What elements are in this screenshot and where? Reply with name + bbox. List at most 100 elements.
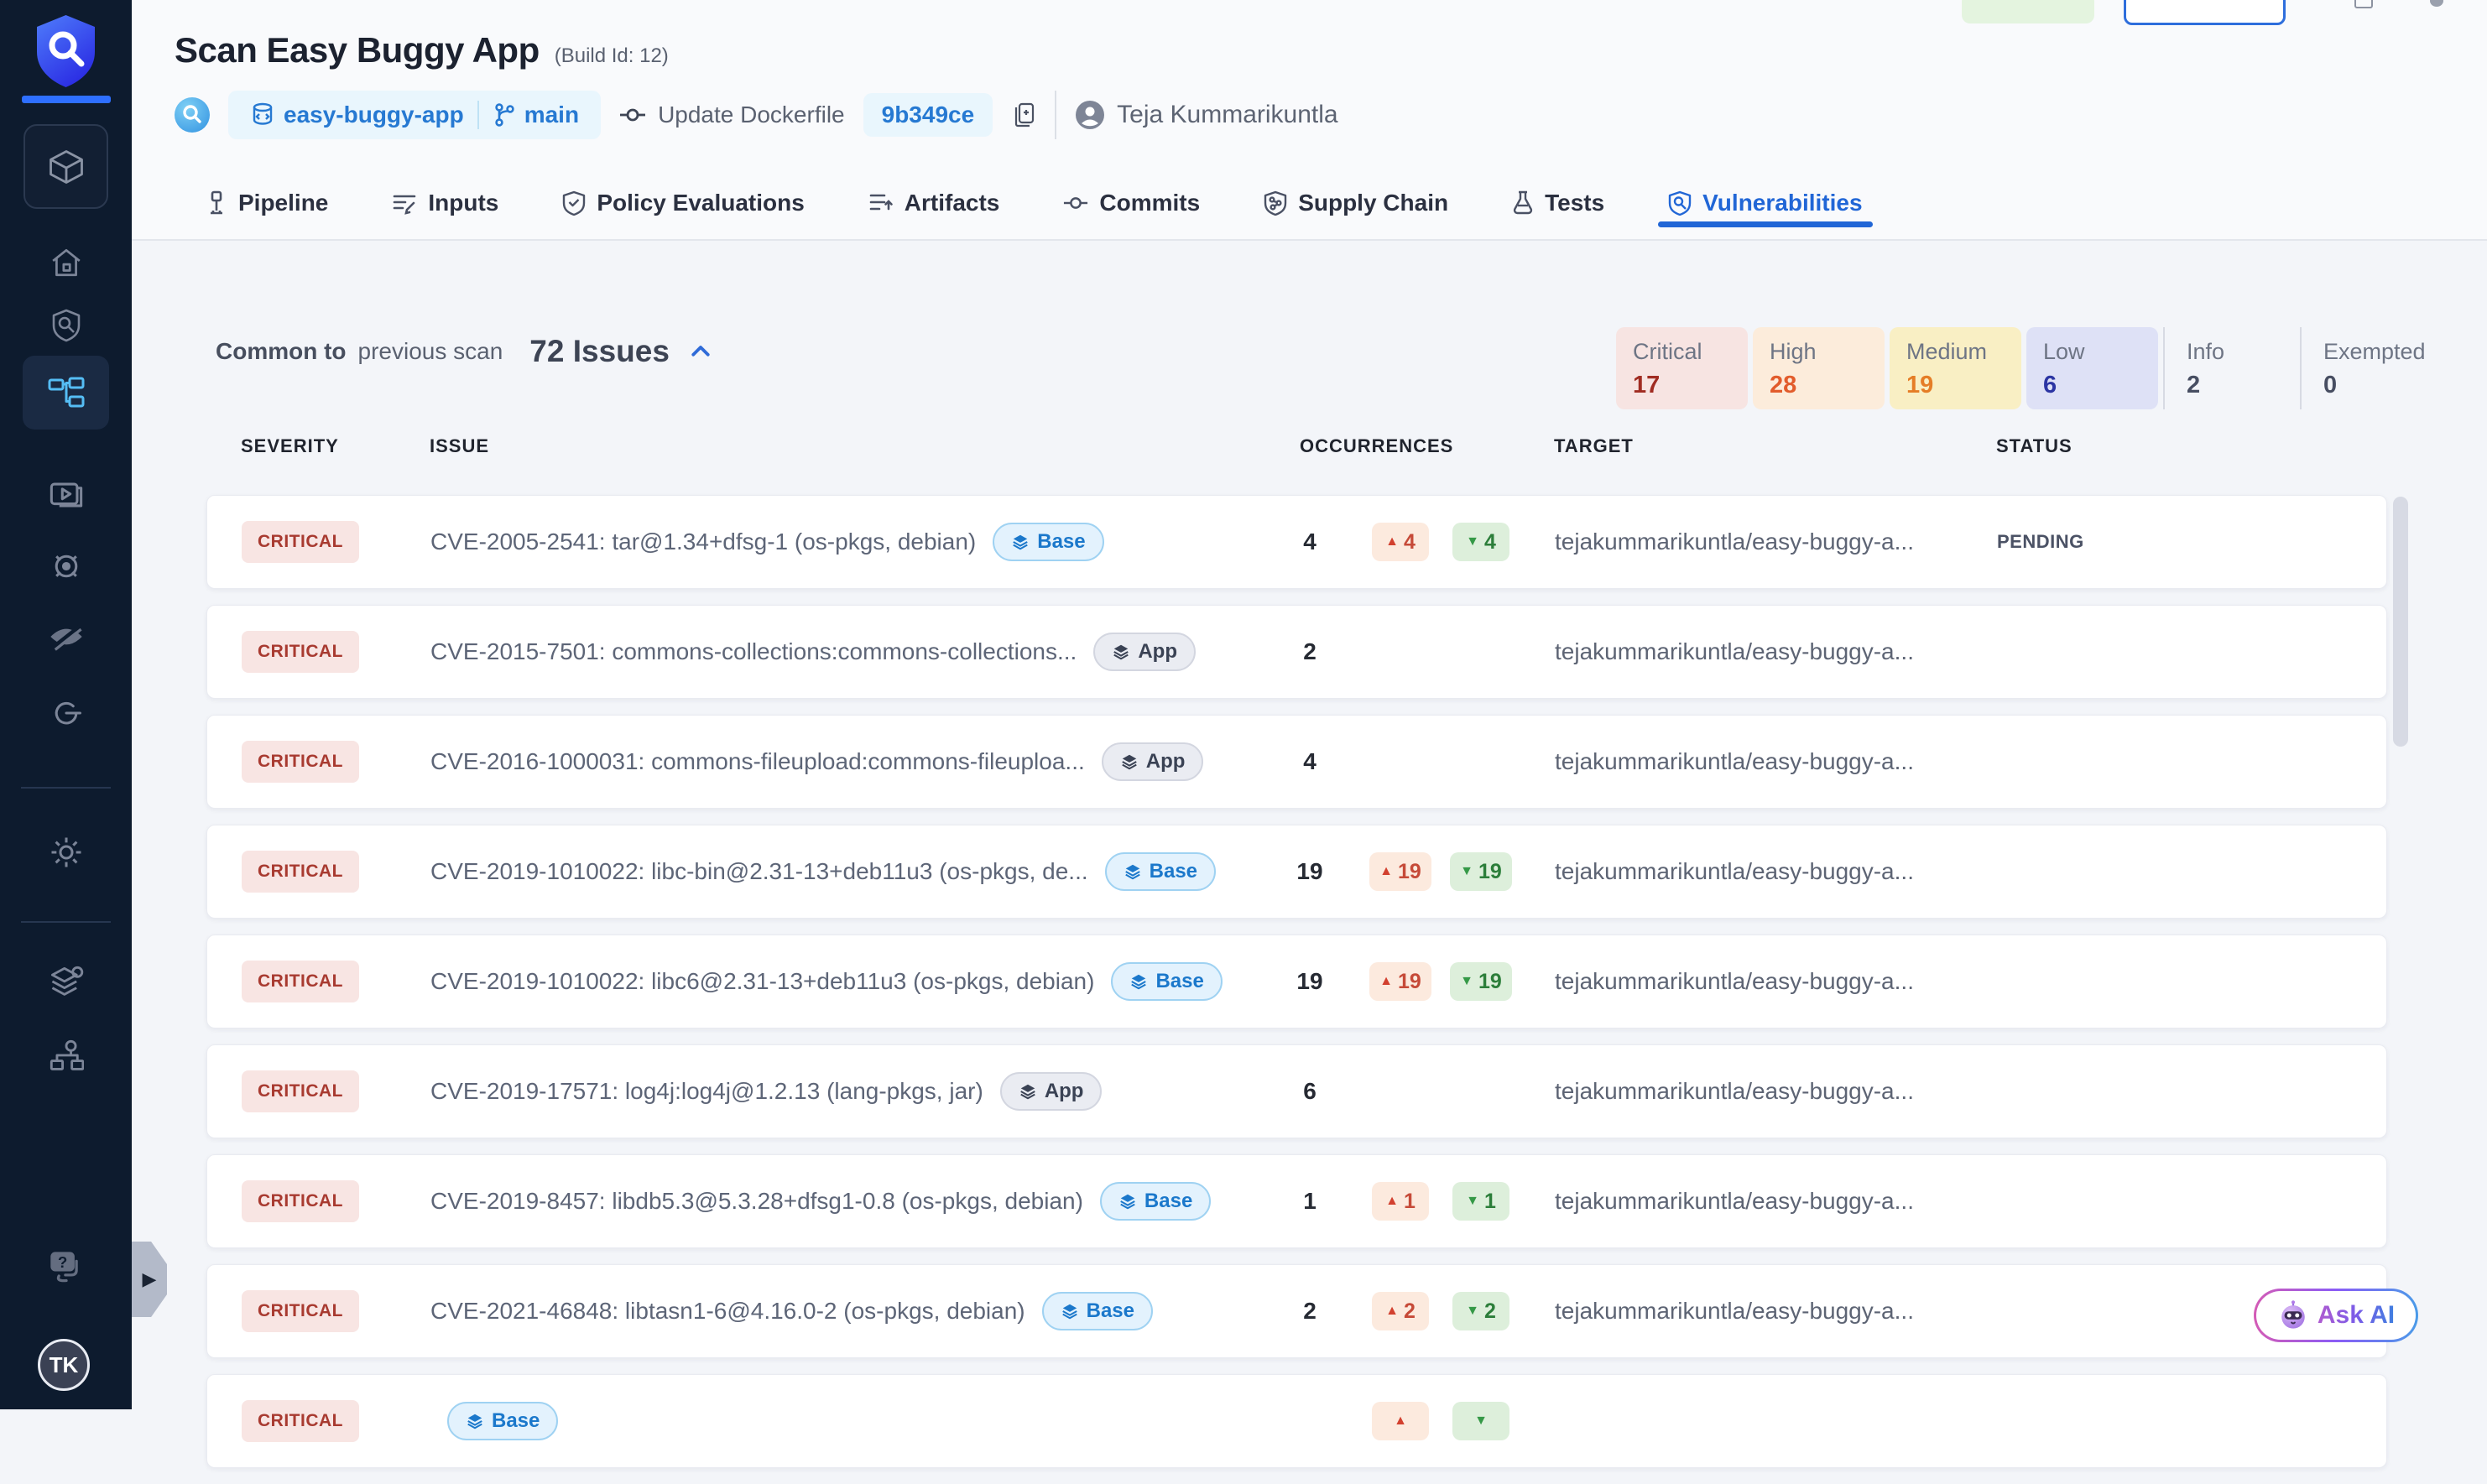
build-id-label: (Build Id: 12): [555, 44, 669, 68]
fixed-occurrences-badge: 4: [1452, 523, 1509, 561]
app-logo-shield-scan-icon[interactable]: [33, 13, 99, 93]
table-row[interactable]: CRITICAL CVE-2019-1010022: libc6@2.31-13…: [206, 935, 2387, 1028]
repo-link[interactable]: easy-buggy-app: [250, 102, 464, 128]
tab-inputs[interactable]: Inputs: [382, 166, 508, 239]
repository-icon: [250, 102, 275, 128]
issue-title[interactable]: CVE-2019-1010022: libc6@2.31-13+deb11u3 …: [430, 968, 1094, 995]
sidebar-item-delegates-network[interactable]: [0, 1039, 132, 1074]
chip-medium[interactable]: Medium19: [1890, 327, 2021, 409]
issue-title[interactable]: CVE-2019-1010022: libc-bin@2.31-13+deb11…: [430, 858, 1088, 885]
sidebar-item-environments-layers[interactable]: [0, 965, 132, 1000]
sidebar-item-settings[interactable]: [0, 835, 132, 870]
new-occurrences-badge: 1: [1372, 1182, 1429, 1221]
occurrences-count: 4: [1259, 529, 1360, 555]
sidebar-item-help-chat[interactable]: ?: [0, 1250, 132, 1284]
top-icon-fragment[interactable]: [2354, 0, 2373, 8]
fixed-occurrences-badge: 19: [1450, 852, 1512, 891]
supply-chain-shield-icon: [1264, 190, 1287, 216]
fixed-occurrences-badge: [1452, 1402, 1509, 1440]
sidebar-item-scan-shield[interactable]: [0, 309, 132, 342]
issue-title[interactable]: CVE-2019-17571: log4j:log4j@1.2.13 (lang…: [430, 1078, 983, 1105]
table-row[interactable]: CRITICAL CVE-2015-7501: commons-collecti…: [206, 605, 2387, 699]
git-branch-icon: [493, 102, 516, 128]
chip-exempted[interactable]: Exempted0: [2300, 327, 2448, 409]
table-row[interactable]: CRITICAL CVE-2019-1010022: libc-bin@2.31…: [206, 825, 2387, 919]
col-severity: SEVERITY: [241, 435, 430, 457]
table-row[interactable]: CRITICAL CVE-2021-46848: libtasn1-6@4.16…: [206, 1264, 2387, 1358]
target-name: tejakummarikuntla/easy-buggy-a...: [1555, 529, 1974, 555]
sidebar-item-executions[interactable]: [0, 480, 132, 510]
tab-supply-chain[interactable]: Supply Chain: [1254, 166, 1458, 239]
new-occurrences-badge: 19: [1369, 852, 1431, 891]
top-action-button-fragment-outlined[interactable]: [2124, 0, 2286, 25]
top-action-button-fragment-green[interactable]: [1962, 0, 2094, 23]
severity-badge: CRITICAL: [242, 1070, 359, 1112]
layers-icon: [1019, 1082, 1037, 1101]
commit-sha-link[interactable]: 9b349ce: [863, 93, 993, 137]
fixed-occurrences-badge: 19: [1450, 962, 1512, 1001]
chip-critical[interactable]: Critical17: [1616, 327, 1748, 409]
tab-pipeline[interactable]: Pipeline: [196, 166, 338, 239]
vertical-scrollbar[interactable]: [2393, 497, 2408, 747]
severity-badge: CRITICAL: [242, 1400, 359, 1442]
tab-policy-evaluations[interactable]: Policy Evaluations: [552, 166, 814, 239]
new-occurrences-badge: [1372, 1402, 1429, 1440]
left-nav-sidebar: ? TK: [0, 0, 132, 1409]
table-row[interactable]: CRITICAL Base: [206, 1374, 2387, 1468]
issue-title[interactable]: CVE-2015-7501: commons-collections:commo…: [430, 638, 1077, 665]
layers-icon: [1124, 862, 1142, 881]
copy-sha-button[interactable]: [1011, 101, 1036, 129]
tab-artifacts[interactable]: Artifacts: [858, 166, 1010, 239]
top-icon-fragment[interactable]: [2430, 0, 2443, 7]
layer-tag: Base: [1100, 1182, 1211, 1221]
issue-title[interactable]: CVE-2021-46848: libtasn1-6@4.16.0-2 (os-…: [430, 1298, 1025, 1325]
severity-filter-chips: Critical17 High28 Medium19 Low6 Info2 Ex…: [1616, 327, 2448, 409]
issue-title[interactable]: CVE-2005-2541: tar@1.34+dfsg-1 (os-pkgs,…: [430, 529, 976, 555]
issue-title[interactable]: CVE-2016-1000031: commons-fileupload:com…: [430, 748, 1085, 775]
tab-vulnerabilities[interactable]: Vulnerabilities: [1658, 166, 1872, 239]
table-row[interactable]: CRITICAL CVE-2016-1000031: commons-fileu…: [206, 715, 2387, 809]
chip-high[interactable]: High28: [1753, 327, 1885, 409]
collapse-chevron-up-icon[interactable]: [688, 339, 713, 364]
table-row[interactable]: CRITICAL CVE-2019-8457: libdb5.3@5.3.28+…: [206, 1154, 2387, 1248]
layers-icon: [1120, 752, 1139, 771]
pipeline-tab-icon: [206, 190, 227, 216]
occurrences-count: 2: [1259, 638, 1360, 665]
occurrences-count: 1: [1259, 1188, 1360, 1215]
project-selector-button[interactable]: [23, 124, 108, 209]
cube-icon: [45, 146, 87, 188]
ask-ai-button[interactable]: Ask AI: [2254, 1289, 2418, 1342]
execution-header: Scan Easy Buggy App (Build Id: 12) easy-…: [132, 0, 2487, 241]
sidebar-item-targets[interactable]: [0, 549, 132, 583]
vulnerability-list: CRITICAL CVE-2005-2541: tar@1.34+dfsg-1 …: [206, 495, 2387, 1484]
tab-bar: Pipeline Inputs Policy Evaluations Artif…: [132, 166, 2487, 241]
occurrences-count: 2: [1259, 1298, 1360, 1325]
commit-message: Update Dockerfile: [619, 102, 845, 128]
sidebar-item-getting-started[interactable]: [0, 696, 132, 730]
occurrences-count: 19: [1259, 858, 1360, 885]
target-name: tejakummarikuntla/easy-buggy-a...: [1555, 858, 1974, 885]
chip-low[interactable]: Low6: [2026, 327, 2158, 409]
sidebar-item-exemptions-eye-off[interactable]: [0, 622, 132, 651]
issues-count: 72 Issues: [529, 334, 670, 369]
user-avatar[interactable]: TK: [38, 1339, 90, 1391]
table-row[interactable]: CRITICAL CVE-2005-2541: tar@1.34+dfsg-1 …: [206, 495, 2387, 589]
sidebar-item-pipelines-selected[interactable]: [23, 356, 109, 430]
inputs-tab-icon: [392, 191, 417, 215]
layers-icon: [1118, 1192, 1137, 1211]
issue-title[interactable]: CVE-2019-8457: libdb5.3@5.3.28+dfsg1-0.8…: [430, 1188, 1083, 1215]
pill-divider: [477, 101, 479, 129]
tab-tests[interactable]: Tests: [1502, 166, 1614, 239]
vulnerabilities-shield-scan-icon: [1668, 190, 1692, 216]
table-row[interactable]: CRITICAL CVE-2019-17571: log4j:log4j@1.2…: [206, 1044, 2387, 1138]
chip-info[interactable]: Info2: [2163, 327, 2295, 409]
layer-tag: Base: [1042, 1292, 1153, 1330]
occurrences-count: 4: [1259, 748, 1360, 775]
layer-tag: App: [1093, 633, 1196, 671]
fixed-occurrences-badge: 1: [1452, 1182, 1509, 1221]
col-occurrences: OCCURRENCES: [1259, 435, 1359, 457]
branch-link[interactable]: main: [493, 102, 579, 128]
tab-commits[interactable]: Commits: [1053, 166, 1210, 239]
page-title: Scan Easy Buggy App: [175, 30, 540, 70]
sidebar-item-home[interactable]: [0, 246, 132, 279]
